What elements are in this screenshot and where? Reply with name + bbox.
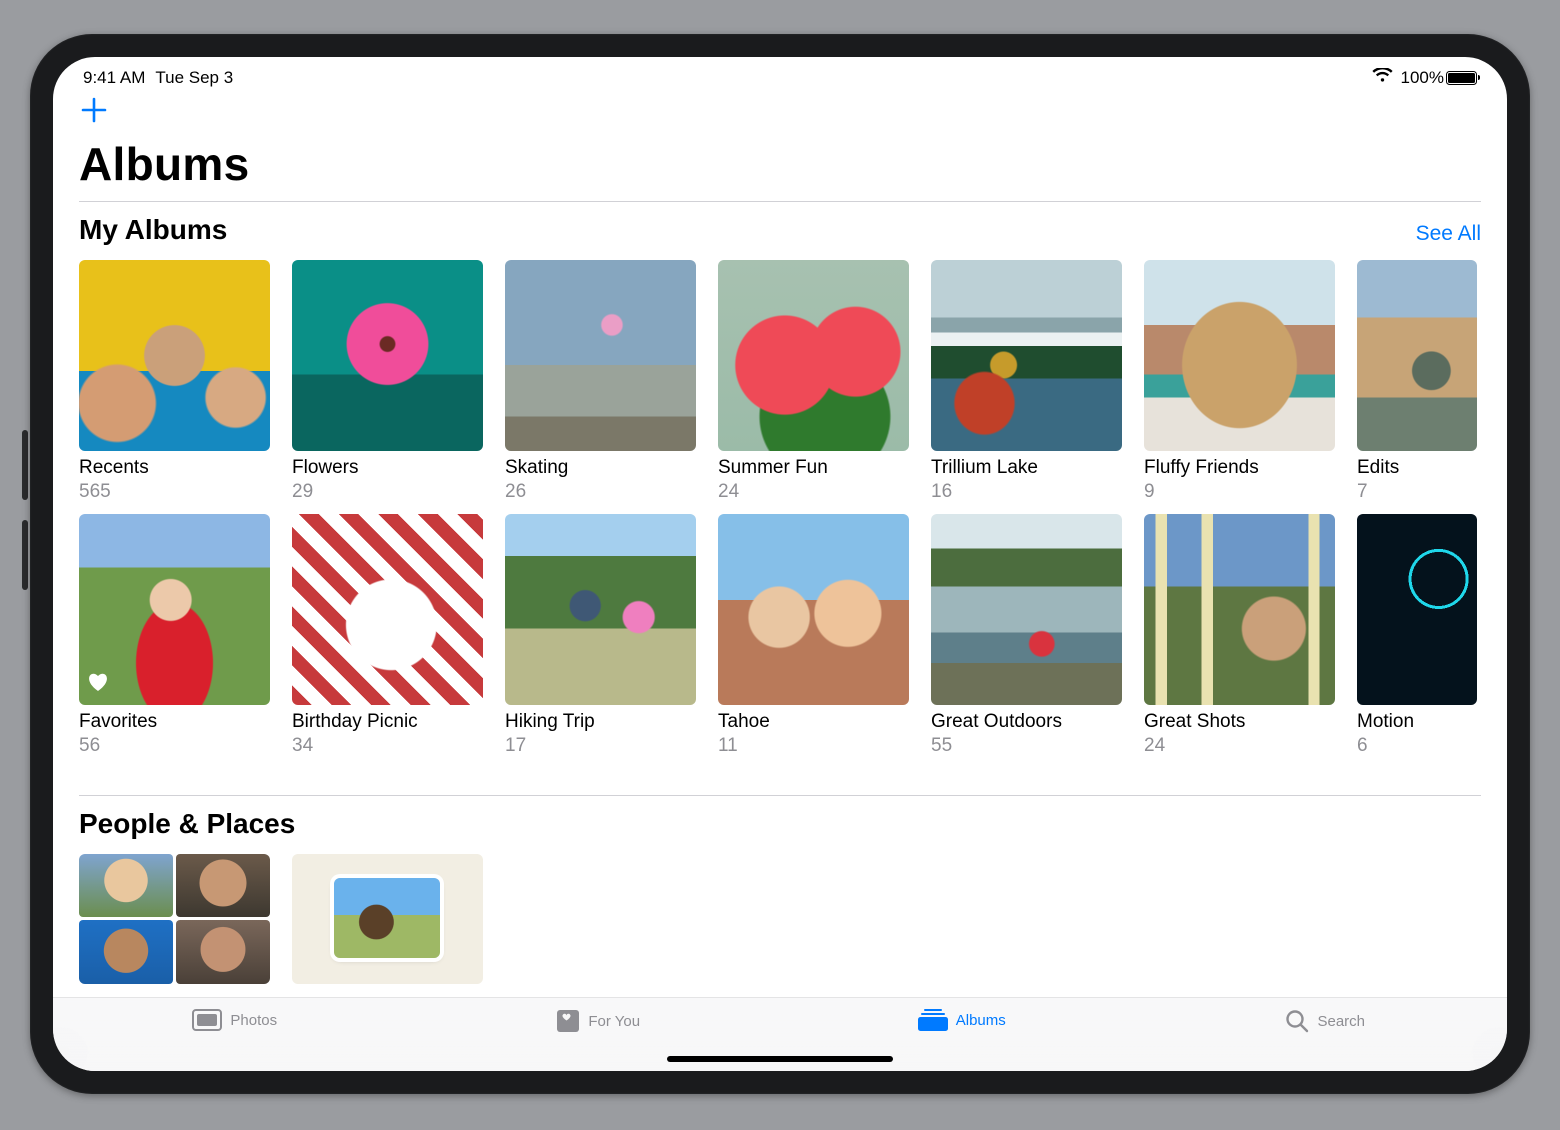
- album-tile[interactable]: Birthday Picnic34: [292, 514, 483, 758]
- album-title: Edits: [1357, 451, 1477, 480]
- album-thumbnail: [1357, 514, 1477, 705]
- album-title: Trillium Lake: [931, 451, 1122, 480]
- wifi-icon: [1372, 68, 1393, 88]
- tab-label: Photos: [230, 1012, 277, 1029]
- album-count: 55: [931, 734, 1122, 759]
- person-thumb: [79, 920, 173, 984]
- album-title: Motion: [1357, 705, 1477, 734]
- person-thumb: [79, 854, 173, 918]
- album-thumbnail: [79, 260, 270, 451]
- section-my-albums: My Albums See All: [53, 201, 1507, 260]
- album-count: 9: [1144, 480, 1335, 505]
- album-tile[interactable]: Edits7: [1357, 260, 1477, 504]
- tab-label: For You: [588, 1013, 640, 1030]
- album-thumbnail: [1144, 514, 1335, 705]
- heart-icon: [87, 672, 109, 697]
- album-title: Great Outdoors: [931, 705, 1122, 734]
- album-tile[interactable]: Skating26: [505, 260, 696, 504]
- tab-bar: Photos For You Albums Search: [53, 997, 1507, 1071]
- album-tile[interactable]: Fluffy Friends9: [1144, 260, 1335, 504]
- battery-icon: [1446, 71, 1477, 85]
- person-thumb: [176, 854, 270, 918]
- album-title: Tahoe: [718, 705, 909, 734]
- album-tile[interactable]: Great Shots24: [1144, 514, 1335, 758]
- album-count: 24: [1144, 734, 1335, 759]
- album-thumbnail: [292, 514, 483, 705]
- status-date: Tue Sep 3: [155, 68, 233, 88]
- album-tile[interactable]: Great Outdoors55: [931, 514, 1122, 758]
- album-thumbnail: [718, 514, 909, 705]
- status-time: 9:41 AM: [83, 68, 145, 88]
- section-people-places: People & Places: [53, 795, 1507, 984]
- album-thumbnail: [1144, 260, 1335, 451]
- album-tile[interactable]: Hiking Trip17: [505, 514, 696, 758]
- divider: [79, 795, 1481, 796]
- album-title: Fluffy Friends: [1144, 451, 1335, 480]
- screen: 9:41 AM Tue Sep 3 100% Albums My Albums …: [53, 57, 1507, 1071]
- section-title-people-places: People & Places: [79, 808, 1481, 840]
- tab-photos[interactable]: Photos: [53, 1009, 417, 1031]
- tab-for-you[interactable]: For You: [417, 1009, 781, 1033]
- album-title: Skating: [505, 451, 696, 480]
- album-title: Summer Fun: [718, 451, 909, 480]
- page-title: Albums: [53, 125, 1507, 201]
- album-title: Flowers: [292, 451, 483, 480]
- album-thumbnail: [718, 260, 909, 451]
- album-thumbnail: [931, 514, 1122, 705]
- album-tile[interactable]: Trillium Lake16: [931, 260, 1122, 504]
- status-bar: 9:41 AM Tue Sep 3 100%: [53, 57, 1507, 91]
- tab-label: Albums: [956, 1012, 1006, 1029]
- tab-albums[interactable]: Albums: [780, 1009, 1144, 1031]
- album-count: 26: [505, 480, 696, 505]
- places-thumb: [334, 878, 440, 958]
- album-title: Hiking Trip: [505, 705, 696, 734]
- tab-search[interactable]: Search: [1144, 1009, 1508, 1033]
- places-tile[interactable]: [292, 854, 483, 984]
- album-title: Recents: [79, 451, 270, 480]
- album-count: 56: [79, 734, 270, 759]
- people-tile[interactable]: [79, 854, 270, 984]
- album-count: 11: [718, 734, 909, 759]
- album-count: 16: [931, 480, 1122, 505]
- album-title: Birthday Picnic: [292, 705, 483, 734]
- album-thumbnail: [292, 260, 483, 451]
- album-count: 565: [79, 480, 270, 505]
- person-thumb: [176, 920, 270, 984]
- album-thumbnail: [1357, 260, 1477, 451]
- add-album-button[interactable]: [79, 95, 109, 125]
- album-count: 24: [718, 480, 909, 505]
- album-tile[interactable]: Motion6: [1357, 514, 1477, 758]
- album-count: 7: [1357, 480, 1477, 505]
- album-count: 6: [1357, 734, 1477, 759]
- album-tile[interactable]: Favorites56: [79, 514, 270, 758]
- home-indicator[interactable]: [667, 1056, 893, 1062]
- album-thumbnail: [505, 514, 696, 705]
- my-albums-scroll[interactable]: Recents565Flowers29Skating26Summer Fun24…: [79, 260, 1481, 769]
- battery-percent: 100%: [1401, 68, 1444, 88]
- volume-down-button[interactable]: [22, 520, 28, 590]
- see-all-link[interactable]: See All: [1416, 222, 1481, 246]
- album-title: Favorites: [79, 705, 270, 734]
- album-title: Great Shots: [1144, 705, 1335, 734]
- album-count: 34: [292, 734, 483, 759]
- volume-up-button[interactable]: [22, 430, 28, 500]
- section-title-my-albums: My Albums: [79, 214, 1416, 246]
- album-count: 29: [292, 480, 483, 505]
- album-tile[interactable]: Flowers29: [292, 260, 483, 504]
- album-tile[interactable]: Recents565: [79, 260, 270, 504]
- album-count: 17: [505, 734, 696, 759]
- album-thumbnail: [931, 260, 1122, 451]
- album-tile[interactable]: Summer Fun24: [718, 260, 909, 504]
- album-thumbnail: [79, 514, 270, 705]
- album-tile[interactable]: Tahoe11: [718, 514, 909, 758]
- divider: [79, 201, 1481, 202]
- tab-label: Search: [1317, 1013, 1365, 1030]
- album-thumbnail: [505, 260, 696, 451]
- ipad-frame: 9:41 AM Tue Sep 3 100% Albums My Albums …: [30, 34, 1530, 1094]
